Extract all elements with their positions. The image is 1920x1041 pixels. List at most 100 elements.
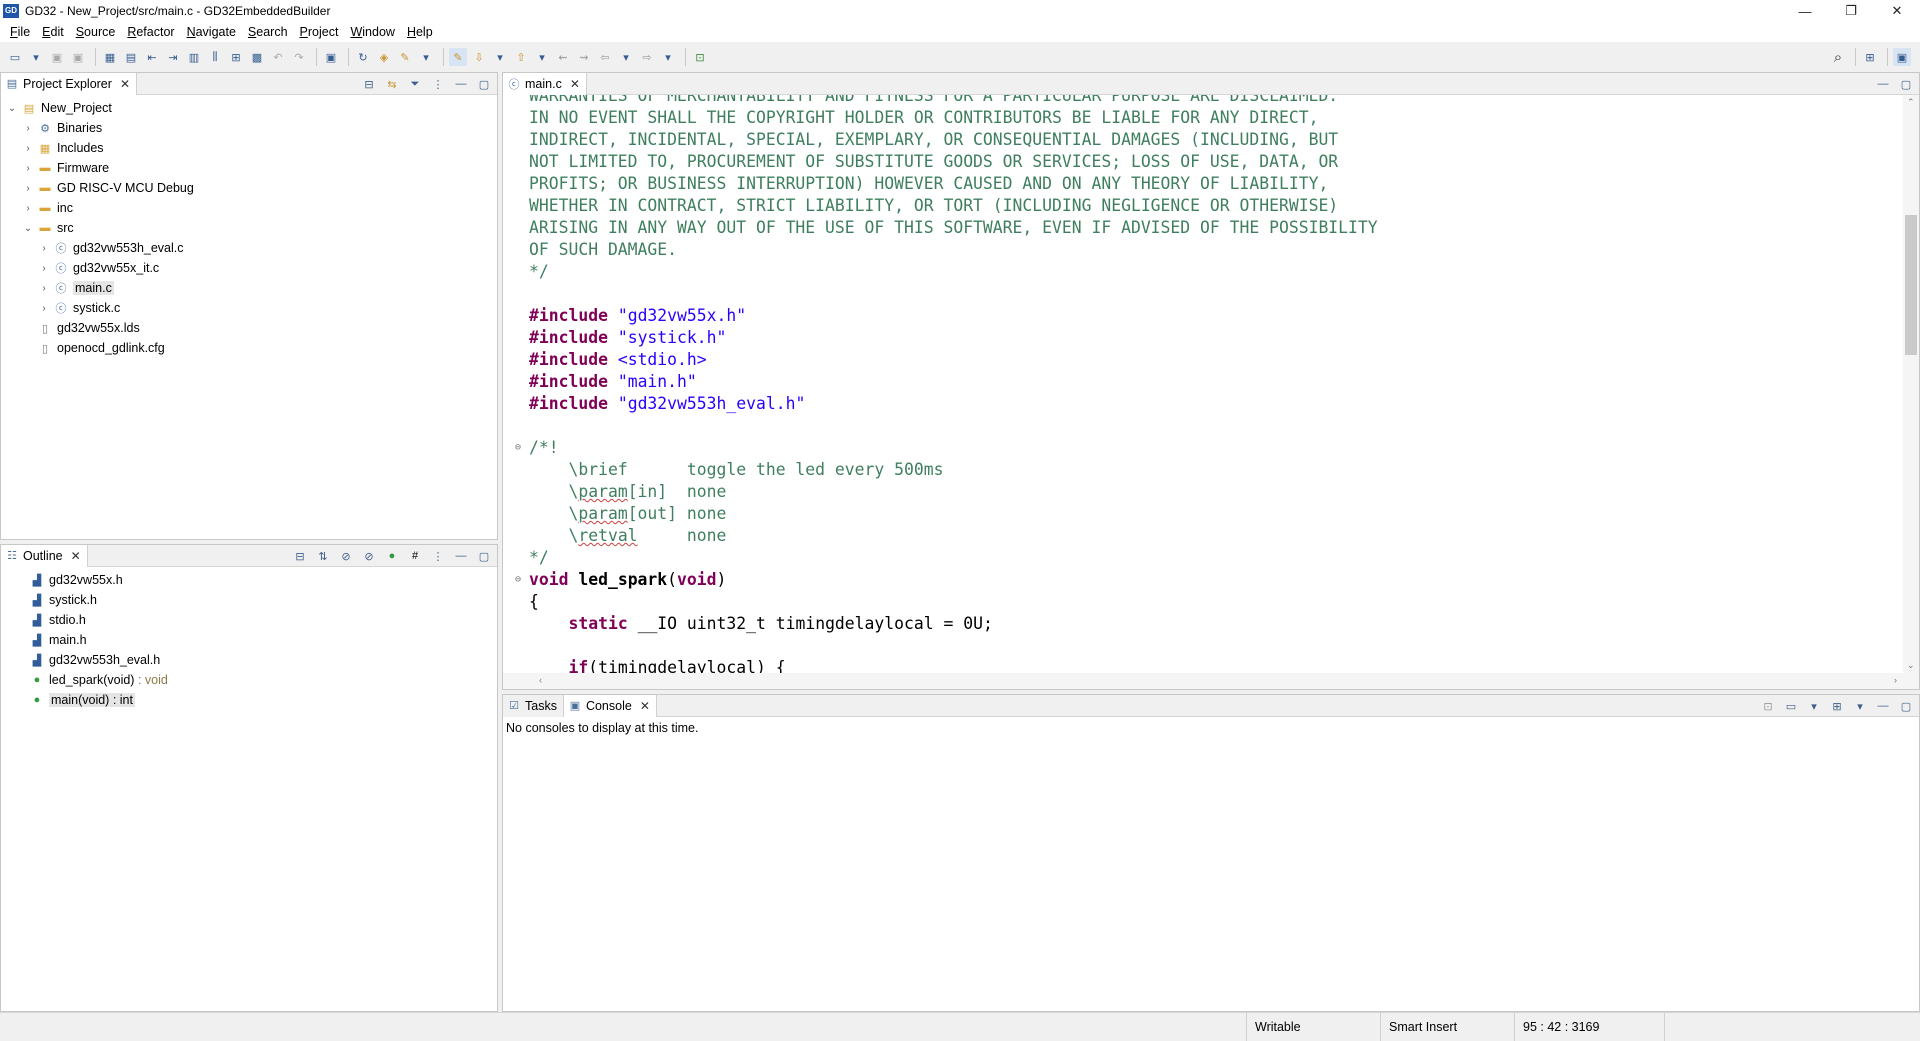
chevron-right-icon[interactable]: › [37, 263, 51, 274]
menu-window[interactable]: Window [344, 22, 400, 42]
close-window-button[interactable]: ✕ [1874, 0, 1920, 22]
menu-edit[interactable]: Edit [36, 22, 70, 42]
prev-annotation-icon[interactable]: ⇧ [512, 48, 530, 66]
chevron-right-icon[interactable]: › [37, 303, 51, 314]
minimize-view-icon[interactable]: — [452, 548, 470, 564]
open-console-dropdown-icon[interactable]: ▾ [1851, 698, 1869, 714]
import-icon[interactable]: ⇤ [143, 48, 161, 66]
menu-source[interactable]: Source [70, 22, 122, 42]
collapse-all-icon[interactable]: ⊟ [291, 548, 309, 564]
chevron-right-icon[interactable]: › [21, 123, 35, 134]
outline-item[interactable]: ▟ stdio.h [1, 610, 497, 630]
minimize-view-icon[interactable]: — [452, 76, 470, 92]
outline-item[interactable]: ● main(void) : int [1, 690, 497, 710]
maximize-view-icon[interactable]: ▢ [1897, 698, 1915, 714]
outline-item[interactable]: ▟ main.h [1, 630, 497, 650]
tab-project-explorer[interactable]: ▤ Project Explorer ✕ [1, 72, 137, 95]
outline-item[interactable]: ▟ systick.h [1, 590, 497, 610]
forward-edit-icon[interactable]: ⇝ [575, 48, 593, 66]
restore-button[interactable]: ❐ [1828, 0, 1874, 22]
tree-item[interactable]: ▯ gd32vw55x.lds [1, 318, 497, 338]
maximize-view-icon[interactable]: ▢ [1897, 76, 1915, 92]
tree-item[interactable]: › ⓒ gd32vw55x_it.c [1, 258, 497, 278]
chevron-right-icon[interactable]: › [37, 283, 51, 294]
tab-outline[interactable]: ☷ Outline ✕ [1, 544, 88, 567]
menu-search[interactable]: Search [242, 22, 294, 42]
terminal-icon[interactable]: ▣ [322, 48, 340, 66]
outline-item[interactable]: ▟ gd32vw553h_eval.h [1, 650, 497, 670]
horizontal-scrollbar[interactable]: ‹ › [503, 673, 1919, 689]
tab-main-c[interactable]: ⓒ main.c ✕ [503, 72, 587, 95]
menu-refactor[interactable]: Refactor [121, 22, 180, 42]
prev-annotation-dropdown-icon[interactable]: ▾ [533, 48, 551, 66]
hide-static-icon[interactable]: ⊘ [360, 548, 378, 564]
scroll-up-icon[interactable]: ⌃ [1907, 97, 1915, 108]
hide-nonpublic-icon[interactable]: ● [383, 548, 401, 564]
chevron-right-icon[interactable]: › [21, 183, 35, 194]
pin-editor-icon[interactable]: ⊡ [691, 48, 709, 66]
chevron-down-icon[interactable]: ⌄ [5, 103, 19, 114]
close-icon[interactable]: ✕ [640, 699, 650, 713]
mark-occurrences-icon[interactable]: ✎ [449, 48, 467, 66]
fold-toggle-icon[interactable]: ⊖ [515, 569, 521, 591]
tree-item[interactable]: › ▬ inc [1, 198, 497, 218]
display-console-icon[interactable]: ▭ [1782, 698, 1800, 714]
minimize-view-icon[interactable]: — [1874, 76, 1892, 92]
new-dropdown-icon[interactable]: ▾ [27, 48, 45, 66]
tree-item[interactable]: ⌄ ▤ New_Project [1, 98, 497, 118]
build-icon[interactable]: ▦ [101, 48, 119, 66]
open-perspective-icon[interactable]: ⊞ [1861, 48, 1879, 66]
minimize-view-icon[interactable]: — [1874, 698, 1892, 714]
hide-macros-icon[interactable]: # [406, 548, 424, 564]
view-menu-icon[interactable]: ⋮ [429, 76, 447, 92]
tab-tasks[interactable]: ☑ Tasks [503, 694, 564, 717]
build-config-icon[interactable]: ▤ [122, 48, 140, 66]
tree-item[interactable]: › ⓒ gd32vw553h_eval.c [1, 238, 497, 258]
run-icon[interactable]: ✎ [396, 48, 414, 66]
outline-item[interactable]: ● led_spark(void) : void [1, 670, 497, 690]
close-icon[interactable]: ✕ [120, 77, 130, 91]
device-icon[interactable]: ▩ [248, 48, 266, 66]
menu-project[interactable]: Project [294, 22, 345, 42]
tree-item[interactable]: ⌄ ▬ src [1, 218, 497, 238]
tree-item[interactable]: › ⓒ main.c [1, 278, 497, 298]
chevron-right-icon[interactable]: › [21, 143, 35, 154]
chip-config-icon[interactable]: ▥ [185, 48, 203, 66]
scrollbar-thumb[interactable] [1905, 215, 1917, 355]
minimize-button[interactable]: — [1782, 0, 1828, 22]
code-editor[interactable]: WARRANTIES OF MERCHANTABILITY AND FITNES… [503, 95, 1919, 673]
last-edit-icon[interactable]: ⇜ [554, 48, 572, 66]
collapse-all-icon[interactable]: ⊟ [360, 76, 378, 92]
scroll-down-icon[interactable]: ⌄ [1907, 660, 1915, 671]
maximize-view-icon[interactable]: ▢ [475, 548, 493, 564]
pin-console-icon[interactable]: ⊡ [1759, 698, 1777, 714]
save-icon[interactable]: ▣ [48, 48, 66, 66]
open-type-icon[interactable]: ◈ [375, 48, 393, 66]
tree-item[interactable]: › ▬ Firmware [1, 158, 497, 178]
fold-toggle-icon[interactable]: ⊖ [515, 437, 521, 459]
close-icon[interactable]: ✕ [71, 549, 81, 563]
display-console-dropdown-icon[interactable]: ▾ [1805, 698, 1823, 714]
next-annotation-dropdown-icon[interactable]: ▾ [491, 48, 509, 66]
vertical-scrollbar[interactable]: ⌃ ⌄ [1903, 95, 1919, 673]
back-icon[interactable]: ⇦ [596, 48, 614, 66]
close-icon[interactable]: ✕ [570, 77, 580, 91]
pin-config-icon[interactable]: ⫼ [206, 48, 224, 66]
tree-item[interactable]: ▯ openocd_gdlink.cfg [1, 338, 497, 358]
save-all-icon[interactable]: ▣ [69, 48, 87, 66]
filter-icon[interactable]: ⏷ [406, 76, 424, 92]
chevron-down-icon[interactable]: ⌄ [21, 223, 35, 234]
scroll-left-icon[interactable]: ‹ [539, 675, 542, 685]
chevron-right-icon[interactable]: › [21, 203, 35, 214]
open-console-icon[interactable]: ⊞ [1828, 698, 1846, 714]
chevron-right-icon[interactable]: › [37, 243, 51, 254]
forward-dropdown-icon[interactable]: ▾ [659, 48, 677, 66]
menu-help[interactable]: Help [401, 22, 439, 42]
menu-file[interactable]: File [4, 22, 36, 42]
chevron-right-icon[interactable]: › [21, 163, 35, 174]
forward-icon[interactable]: ⇨ [638, 48, 656, 66]
peripheral-icon[interactable]: ⊞ [227, 48, 245, 66]
refresh-icon[interactable]: ↻ [354, 48, 372, 66]
outline-item[interactable]: ▟ gd32vw55x.h [1, 570, 497, 590]
next-annotation-icon[interactable]: ⇩ [470, 48, 488, 66]
